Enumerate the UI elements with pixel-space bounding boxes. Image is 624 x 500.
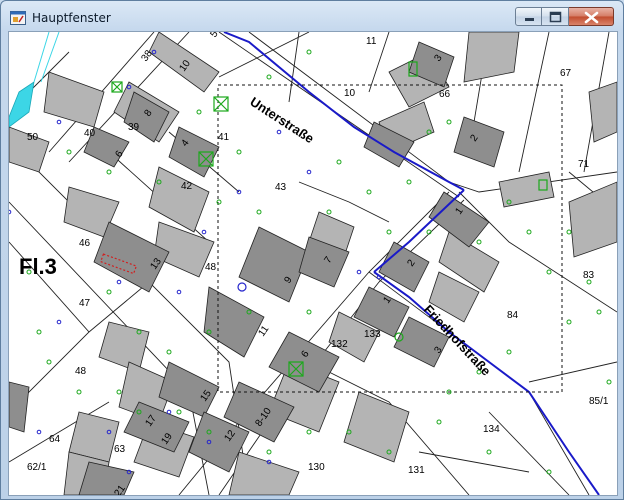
survey-point xyxy=(606,379,612,385)
parcel-number: 50 xyxy=(27,132,39,143)
survey-point xyxy=(196,109,202,115)
survey-point xyxy=(526,229,532,235)
survey-point xyxy=(386,229,392,235)
survey-point xyxy=(46,359,52,365)
survey-point xyxy=(36,329,42,335)
survey-point xyxy=(406,179,412,185)
survey-point xyxy=(476,239,482,245)
boundary-point xyxy=(166,409,172,415)
parcel-number: 48 xyxy=(75,366,87,377)
survey-point xyxy=(326,209,332,215)
district-label: Fl.3 xyxy=(19,254,57,279)
parcel-number: 39 xyxy=(128,122,140,133)
survey-point xyxy=(366,189,372,195)
survey-point xyxy=(506,349,512,355)
survey-point xyxy=(166,349,172,355)
close-icon xyxy=(584,11,599,24)
window-title: Hauptfenster xyxy=(32,11,111,25)
boundary-point xyxy=(116,279,122,285)
parcel-number: 134 xyxy=(483,424,500,435)
parcel-number: 43 xyxy=(275,182,287,193)
parcel-number: 84 xyxy=(507,310,519,321)
boundary-point xyxy=(56,119,62,125)
buildings xyxy=(9,32,617,495)
parcel-number: 85/1 xyxy=(589,396,609,407)
survey-point xyxy=(546,269,552,275)
survey-point xyxy=(566,319,572,325)
survey-point xyxy=(306,49,312,55)
survey-point xyxy=(66,149,72,155)
map-app-icon xyxy=(10,10,26,25)
parcel-number: 10 xyxy=(344,88,356,99)
parcel-number: 66 xyxy=(439,89,451,100)
boundary-point xyxy=(56,319,62,325)
main-window: Hauptfenster Fl.3 Unterstraße Friedhofst… xyxy=(0,0,624,500)
parcel-number: 46 xyxy=(79,238,91,249)
boundary-point xyxy=(276,129,282,135)
minimize-icon xyxy=(525,18,534,21)
parcel-number: 63 xyxy=(114,444,126,455)
map-view[interactable]: Fl.3 Unterstraße Friedhofstraße 11 67 10 66… xyxy=(8,31,618,496)
parcel-number: 11 xyxy=(366,36,377,47)
survey-point xyxy=(256,209,262,215)
survey-point xyxy=(306,309,312,315)
parcel-number: 42 xyxy=(181,181,193,192)
survey-point xyxy=(446,119,452,125)
survey-point xyxy=(266,449,272,455)
survey-point xyxy=(106,169,112,175)
parcel-number: 47 xyxy=(79,298,91,309)
survey-point xyxy=(596,309,602,315)
parcel-number: 130 xyxy=(308,462,325,473)
boundary-point xyxy=(201,229,207,235)
boundary-point xyxy=(176,289,182,295)
survey-point xyxy=(546,469,552,475)
maximize-icon xyxy=(549,11,562,23)
survey-point xyxy=(106,289,112,295)
parcel-number: 48 xyxy=(205,262,217,273)
boundary-point xyxy=(9,209,12,215)
parcel-number: 71 xyxy=(578,159,590,170)
boundary-point xyxy=(306,169,312,175)
parcel-number: 41 xyxy=(218,132,230,143)
survey-point xyxy=(176,409,182,415)
survey-point xyxy=(566,229,572,235)
title-bar[interactable]: Hauptfenster xyxy=(1,1,623,31)
parcel-number: 62/1 xyxy=(27,462,47,473)
survey-point xyxy=(436,419,442,425)
parcel-number: 133 xyxy=(364,329,381,340)
survey-point xyxy=(336,159,342,165)
survey-point xyxy=(76,389,82,395)
survey-point xyxy=(236,149,242,155)
boundary-point xyxy=(356,269,362,275)
parcel-number: 40 xyxy=(84,128,96,139)
survey-point xyxy=(306,429,312,435)
minimize-button[interactable] xyxy=(515,7,542,26)
house-number: 5 xyxy=(208,32,220,40)
close-button[interactable] xyxy=(569,7,614,26)
survey-point xyxy=(266,74,272,80)
parcel-number: 131 xyxy=(408,465,425,476)
parcel-number: 64 xyxy=(49,434,61,445)
survey-point xyxy=(116,389,122,395)
cadastral-map[interactable]: Fl.3 Unterstraße Friedhofstraße 116710 66… xyxy=(9,32,617,495)
maximize-button[interactable] xyxy=(542,7,569,26)
street-label-unterstrasse: Unterstraße xyxy=(247,94,316,146)
parcel-number: 132 xyxy=(331,339,348,350)
survey-point xyxy=(486,449,492,455)
parcel-number: 67 xyxy=(560,68,572,79)
parcel-number: 83 xyxy=(583,270,595,281)
boundary-point xyxy=(36,429,42,435)
